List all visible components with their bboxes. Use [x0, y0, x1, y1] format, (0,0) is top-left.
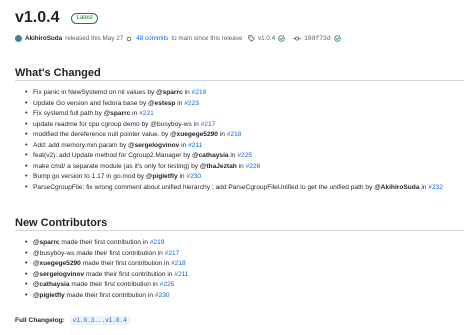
list-item: Fix systemd full path by @sparrc in #221: [25, 109, 443, 120]
user-link[interactable]: @estesp: [148, 100, 175, 107]
user-link[interactable]: @sergelogvinov: [128, 142, 179, 149]
user-link[interactable]: @pigletfly: [33, 292, 65, 299]
pr-link[interactable]: #218: [227, 131, 242, 138]
divider: [15, 230, 464, 231]
pr-link[interactable]: #225: [160, 281, 175, 288]
user-link[interactable]: @sergelogvinov: [33, 271, 84, 278]
list-item: Update Go version and fedora base by @es…: [25, 99, 443, 110]
pr-link[interactable]: #217: [201, 121, 216, 128]
pr-link[interactable]: #223: [184, 100, 199, 107]
user-link[interactable]: @cathaysia: [33, 281, 70, 288]
user-link[interactable]: @sparrc: [33, 239, 60, 246]
divider: [15, 80, 464, 81]
user-link[interactable]: @sparrc: [156, 89, 183, 96]
user-link[interactable]: @xuegege5290: [170, 131, 218, 138]
commit-hash-link[interactable]: 188f73d: [304, 35, 330, 42]
tag-link[interactable]: v1.0.4: [258, 35, 275, 42]
user-link[interactable]: @busyboy-ws: [33, 250, 75, 257]
list-item: @pigletfly made their first contribution…: [25, 291, 188, 302]
released-text: released this May 27: [65, 35, 124, 42]
full-changelog: Full Changelog: v1.0.3...v1.0.4: [15, 316, 130, 325]
pr-link[interactable]: #211: [188, 142, 202, 149]
whats-changed-heading: What's Changed: [15, 67, 101, 79]
pr-link[interactable]: #225: [237, 152, 252, 159]
release-title[interactable]: v1.0.4: [15, 9, 59, 27]
user-link[interactable]: @AkihiroSuda: [374, 184, 419, 191]
list-item: @sparrc made their first contribution in…: [25, 238, 188, 249]
commit-icon: [126, 36, 132, 42]
list-item: update readme for cpu cgroup demo by @bu…: [25, 120, 443, 131]
user-link[interactable]: @xuegege5290: [33, 260, 81, 267]
pr-link[interactable]: #219: [192, 89, 207, 96]
commits-suffix: to main since this release: [171, 35, 243, 42]
pr-link[interactable]: #226: [246, 163, 261, 170]
pr-link[interactable]: #221: [139, 110, 154, 117]
user-link[interactable]: @cathaysia: [192, 152, 229, 159]
list-item: Add: add memory.min param by @sergelogvi…: [25, 141, 443, 152]
list-item: @busyboy-ws made their first contributio…: [25, 249, 188, 260]
check-circle-icon: [333, 35, 341, 42]
compare-link[interactable]: v1.0.3...v1.0.4: [69, 316, 130, 325]
pr-link[interactable]: #230: [155, 292, 170, 299]
check-circle-icon: [278, 35, 285, 42]
full-changelog-label: Full Changelog:: [15, 317, 65, 324]
pr-link[interactable]: #219: [150, 239, 165, 246]
release-meta: AkihiroSuda released this May 27 48 comm…: [15, 35, 242, 42]
release-header: v1.0.4 Latest: [15, 9, 98, 27]
commits-link[interactable]: 48 commits: [136, 35, 168, 42]
list-item: feat(v2): add Update method for Cgroup2.…: [25, 151, 443, 162]
new-contributors-heading: New Contributors: [15, 217, 108, 229]
user-link[interactable]: @pigletfly: [146, 173, 178, 180]
list-item: Bump go version to 1.17 in go.mod by @pi…: [25, 172, 443, 183]
pr-link[interactable]: #232: [428, 184, 443, 191]
pr-link[interactable]: #230: [186, 173, 201, 180]
avatar[interactable]: [15, 35, 22, 42]
git-commit-icon: [293, 35, 302, 42]
contributors-list: @sparrc made their first contribution in…: [25, 238, 188, 301]
pr-link[interactable]: #218: [171, 260, 186, 267]
author-link[interactable]: AkihiroSuda: [25, 35, 62, 42]
list-item: @cathaysia made their first contribution…: [25, 280, 188, 291]
latest-badge: Latest: [71, 12, 98, 24]
user-link[interactable]: @thaJeztah: [200, 163, 237, 170]
user-link[interactable]: @sparrc: [104, 110, 131, 117]
list-item: ParseCgroupFile: fix wrong comment about…: [25, 183, 443, 194]
list-item: @xuegege5290 made their first contributi…: [25, 259, 188, 270]
pr-link[interactable]: #211: [174, 271, 188, 278]
release-tag-info: v1.0.4 188f73d: [248, 35, 341, 42]
tag-icon: [248, 35, 255, 42]
list-item: make cmd/ a separate module (as it's onl…: [25, 162, 443, 173]
changes-list: Fix panic in NewSystemd on nil values by…: [25, 88, 443, 193]
list-item: modified the dereference null pointer va…: [25, 130, 443, 141]
list-item: Fix panic in NewSystemd on nil values by…: [25, 88, 443, 99]
list-item: @sergelogvinov made their first contribu…: [25, 270, 188, 281]
pr-link[interactable]: #217: [165, 250, 180, 257]
